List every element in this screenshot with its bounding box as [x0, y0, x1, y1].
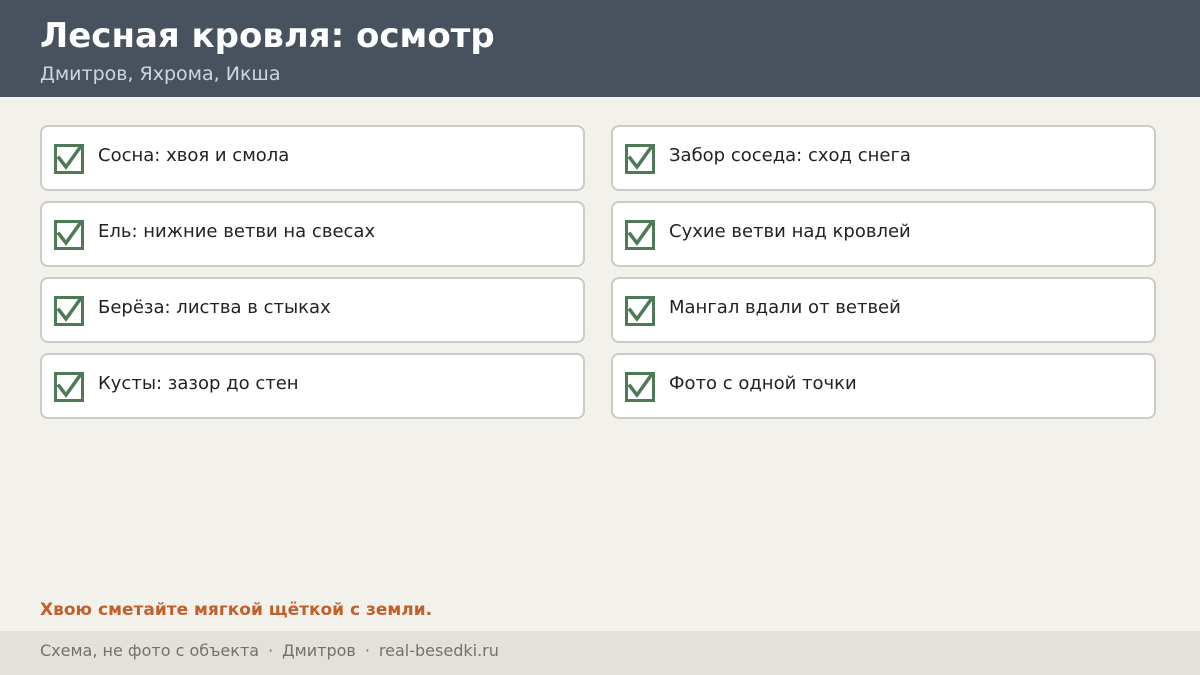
checklist: Сосна: хвоя и смола Забор соседа: сход с… [40, 125, 1156, 419]
checkmark-icon[interactable] [625, 220, 655, 250]
page-subtitle: Дмитров, Яхрома, Икша [40, 63, 281, 85]
checkmark-icon[interactable] [54, 296, 84, 326]
checkmark-icon[interactable] [625, 372, 655, 402]
checklist-item-label: Кусты: зазор до стен [98, 373, 299, 394]
checkmark-icon[interactable] [625, 296, 655, 326]
checklist-item-label: Фото с одной точки [669, 373, 857, 394]
page-title: Лесная кровля: осмотр [40, 16, 495, 56]
footer-text: Схема, не фото с объекта · Дмитров · real-be… [40, 640, 499, 662]
checklist-item-label: Мангал вдали от ветвей [669, 297, 901, 318]
tip-text: Хвою сметайте мягкой щёткой с земли. [40, 600, 433, 620]
checklist-item[interactable]: Забор соседа: сход снега [611, 125, 1156, 191]
checklist-item-label: Ель: нижние ветви на свесах [98, 221, 376, 242]
header-bar: Лесная кровля: осмотр Дмитров, Яхрома, И… [0, 0, 1200, 97]
footer-site-link[interactable]: real-besedki.ru [379, 641, 499, 660]
checkmark-icon[interactable] [625, 144, 655, 174]
checklist-item[interactable]: Мангал вдали от ветвей [611, 277, 1156, 343]
checklist-item[interactable]: Кусты: зазор до стен [40, 353, 585, 419]
footer-separator: · [268, 641, 274, 660]
footer-bar: Схема, не фото с объекта · Дмитров · real-be… [0, 631, 1200, 675]
footer-note: Схема, не фото с объекта [40, 641, 260, 660]
checklist-item[interactable]: Сосна: хвоя и смола [40, 125, 585, 191]
checklist-item[interactable]: Берёза: листва в стыках [40, 277, 585, 343]
checklist-item[interactable]: Фото с одной точки [611, 353, 1156, 419]
checkmark-icon[interactable] [54, 144, 84, 174]
checkmark-icon[interactable] [54, 220, 84, 250]
checklist-item-label: Сосна: хвоя и смола [98, 145, 290, 166]
checklist-item-label: Сухие ветви над кровлей [669, 221, 911, 242]
checkmark-icon[interactable] [54, 372, 84, 402]
checklist-item-label: Забор соседа: сход снега [669, 145, 911, 166]
footer-separator: · [364, 641, 370, 660]
checklist-item-label: Берёза: листва в стыках [98, 297, 331, 318]
checklist-item[interactable]: Ель: нижние ветви на свесах [40, 201, 585, 267]
checklist-item[interactable]: Сухие ветви над кровлей [611, 201, 1156, 267]
footer-city: Дмитров [282, 641, 356, 660]
